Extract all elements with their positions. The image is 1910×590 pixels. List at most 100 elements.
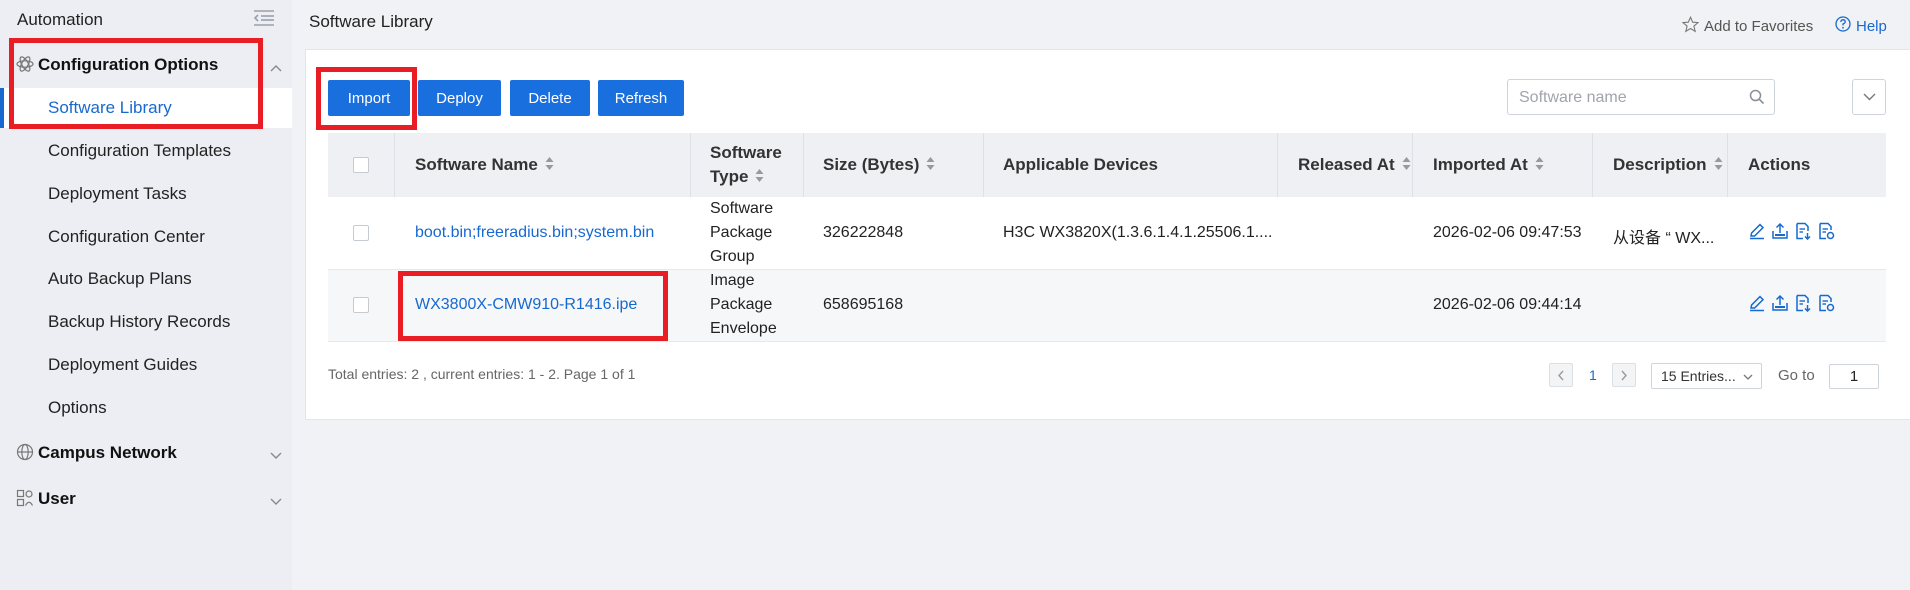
sidebar-item-software-library[interactable]: Software Library [0,88,292,128]
sidebar-title: Automation [17,10,103,29]
download-doc-icon[interactable] [1794,222,1812,245]
search-icon[interactable] [1749,89,1765,110]
sidebar-item-options[interactable]: Options [0,388,292,428]
next-page-button[interactable] [1612,363,1636,387]
column-header-description[interactable]: Description [1613,133,1723,197]
software-type-line: Group [710,248,755,265]
applicable-devices-cell: H3C WX3820X(1.3.6.1.4.1.25506.1.... [1003,224,1273,241]
user-group-icon [16,489,34,512]
software-name-link[interactable]: boot.bin;freeradius.bin;system.bin [415,224,654,242]
delete-button[interactable]: Delete [510,80,590,116]
row-actions [1748,294,1835,317]
add-to-favorites-link[interactable]: Add to Favorites [1681,15,1813,37]
select-all-checkbox[interactable] [353,157,369,173]
size-cell: 326222848 [823,224,904,241]
column-label: Description [1613,155,1707,174]
export-icon[interactable] [1771,294,1789,317]
column-header-software-name[interactable]: Software Name [415,133,554,197]
detail-doc-icon[interactable] [1817,294,1835,317]
sidebar-group-user[interactable]: User [0,479,292,519]
chevron-down-icon [270,447,282,465]
software-type-cell: Image Package Envelope [710,269,800,341]
chevron-right-icon [1621,370,1627,381]
software-type-line: Image [710,272,755,289]
page-number-current[interactable]: 1 [1589,367,1597,383]
help-link[interactable]: Help [1835,16,1887,36]
imported-at-cell: 2026-02-06 09:47:53 [1433,224,1582,241]
pagination-summary: Total entries: 2 , current entries: 1 - … [328,366,636,382]
import-button[interactable]: Import [328,80,410,116]
search-box [1507,79,1775,115]
sort-icon [926,155,935,175]
refresh-button[interactable]: Refresh [598,80,684,116]
sidebar-item-configuration-templates[interactable]: Configuration Templates [0,131,292,171]
collapse-menu-icon[interactable] [252,8,276,33]
row-actions [1748,222,1835,245]
table-row: WX3800X-CMW910-R1416.ipe Image Package E… [328,270,1886,342]
sidebar-item-deployment-guides[interactable]: Deployment Guides [0,345,292,385]
column-label: Software [710,143,782,162]
sort-icon [1402,155,1411,175]
row-checkbox[interactable] [353,225,369,241]
atom-icon [16,55,34,78]
column-header-size[interactable]: Size (Bytes) [823,133,935,197]
sidebar-item-configuration-center[interactable]: Configuration Center [0,217,292,257]
table-row: boot.bin;freeradius.bin;system.bin Softw… [328,198,1886,270]
software-type-line: Package [710,296,773,313]
chevron-down-icon [1863,93,1876,101]
sidebar-item-label: Deployment Tasks [48,184,187,203]
deploy-button[interactable]: Deploy [418,80,501,116]
chevron-down-icon [270,493,282,511]
search-input[interactable] [1517,88,1741,108]
column-header-imported-at[interactable]: Imported At [1433,133,1544,197]
sort-icon [1535,155,1544,175]
export-icon[interactable] [1771,222,1789,245]
detail-doc-icon[interactable] [1817,222,1835,245]
software-name-link[interactable]: WX3800X-CMW910-R1416.ipe [415,296,637,314]
sidebar: Automation Configuration Options Softwar… [0,0,292,590]
column-label: Applicable Devices [1003,155,1158,174]
edit-icon[interactable] [1748,222,1766,245]
software-type-line: Envelope [710,320,777,337]
column-label: Size (Bytes) [823,155,920,174]
column-header-released-at[interactable]: Released At [1298,133,1411,197]
column-label: Type [710,167,749,186]
imported-at-cell: 2026-02-06 09:44:14 [1433,296,1582,313]
size-cell: 658695168 [823,296,904,313]
sidebar-item-label: Configuration Templates [48,141,232,160]
sidebar-item-label: Configuration Center [48,227,205,246]
software-type-line: Package [710,224,773,241]
edit-icon[interactable] [1748,294,1766,317]
sidebar-item-backup-history-records[interactable]: Backup History Records [0,302,292,342]
sidebar-group-label: Configuration Options [38,55,219,74]
chevron-up-icon [270,59,282,77]
row-checkbox[interactable] [353,297,369,313]
column-label: Software Name [415,155,538,174]
sidebar-item-label: Auto Backup Plans [48,269,192,288]
sort-icon [545,155,554,175]
sidebar-group-label: User [38,489,76,508]
sidebar-item-auto-backup-plans[interactable]: Auto Backup Plans [0,259,292,299]
sidebar-item-deployment-tasks[interactable]: Deployment Tasks [0,174,292,214]
chevron-left-icon [1558,370,1564,381]
column-header-applicable-devices: Applicable Devices [1003,133,1158,197]
prev-page-button[interactable] [1549,363,1573,387]
column-header-actions: Actions [1748,133,1810,197]
sidebar-item-label: Software Library [48,98,172,117]
sort-icon [755,165,764,189]
software-type-line: Software [710,200,774,217]
software-type-cell: Software Package Group [710,197,800,269]
sidebar-item-label: Backup History Records [48,312,231,331]
page-size-select[interactable]: 15 Entries... [1651,363,1762,389]
column-header-software-type[interactable]: Software Type [710,133,782,197]
page-title: Software Library [309,12,433,31]
sidebar-group-campus-network[interactable]: Campus Network [0,433,292,473]
table-header: Software Name Software Type Size (Bytes)… [328,133,1886,197]
column-label: Actions [1748,155,1811,174]
star-icon [1681,15,1700,37]
sidebar-group-configuration-options[interactable]: Configuration Options [0,45,292,85]
goto-page-input[interactable] [1829,364,1879,389]
advanced-search-toggle[interactable] [1852,79,1886,115]
download-doc-icon[interactable] [1794,294,1812,317]
description-cell: 从设备 “ WX... [1613,230,1715,247]
